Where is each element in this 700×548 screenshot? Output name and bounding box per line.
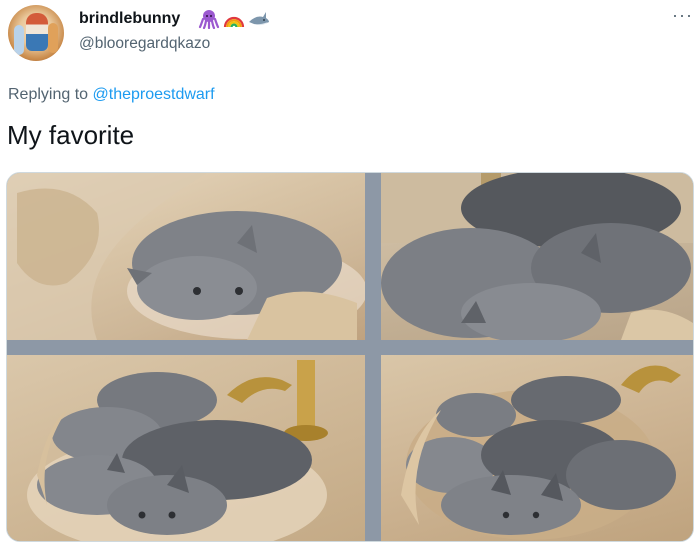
kitten-photo-4[interactable] [381, 355, 693, 541]
name-emojis [198, 9, 270, 29]
kitten-photo-2[interactable] [381, 173, 693, 340]
kitten-photo-1[interactable] [7, 173, 365, 340]
octopus-emoji [198, 10, 220, 29]
avatar-figure-left [14, 25, 24, 55]
shark-emoji [249, 12, 269, 26]
more-options-icon[interactable]: ··· [672, 5, 693, 26]
user-handle[interactable]: @blooregardqkazo [79, 35, 210, 53]
media-grid [6, 172, 694, 542]
display-name[interactable]: brindlebunny [79, 10, 180, 28]
kitten-photo-3[interactable] [7, 355, 365, 541]
avatar-figure-center [26, 13, 48, 51]
rainbow-emoji [223, 16, 245, 28]
avatar-figure-right [48, 23, 58, 53]
reply-prefix: Replying to [8, 86, 89, 103]
tweet-text: My favorite [7, 120, 135, 150]
avatar[interactable] [8, 5, 64, 61]
reply-target-link[interactable]: @theproestdwarf [93, 86, 215, 103]
reply-context: Replying to @theproestdwarf [8, 86, 215, 104]
